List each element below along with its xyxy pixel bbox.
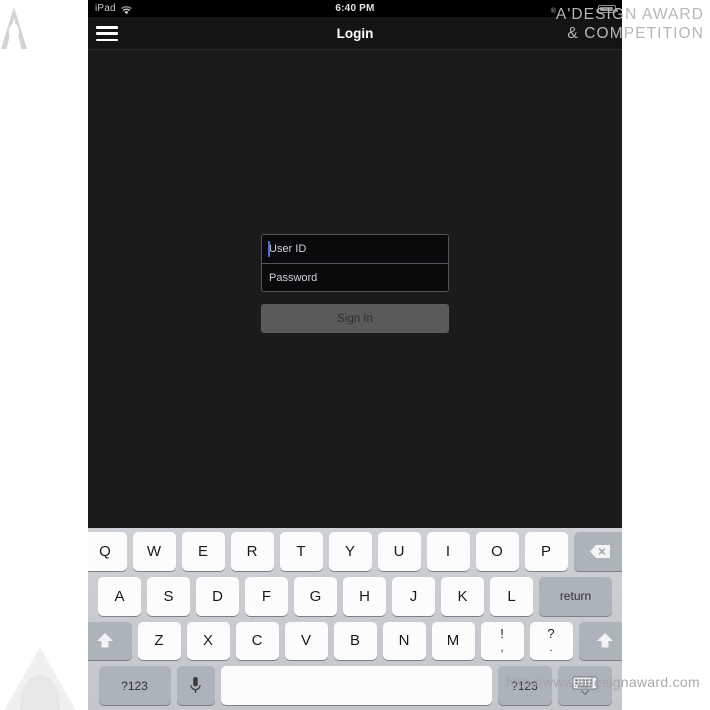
key-k[interactable]: K xyxy=(441,576,484,616)
status-bar-right xyxy=(598,0,618,17)
key-j[interactable]: J xyxy=(392,576,435,616)
numbers-key-right[interactable]: ?123 xyxy=(497,666,552,705)
key-question-main: ? xyxy=(547,626,555,642)
key-period-sub: . xyxy=(549,642,553,655)
password-field[interactable]: Password xyxy=(262,263,448,291)
navigation-bar: Login xyxy=(88,17,622,50)
credentials-group: User ID Password xyxy=(261,234,449,292)
screenshot-root: iPad 6:40 PM Login User ID Password Sign… xyxy=(0,0,710,710)
a-design-award-logo-top-left xyxy=(0,6,28,50)
a-design-award-logo-bottom-left xyxy=(0,645,94,710)
keyboard-row-2: A S D F G H J K L return xyxy=(92,576,618,616)
key-comma-sub: , xyxy=(500,642,504,655)
key-f[interactable]: F xyxy=(245,576,288,616)
text-cursor xyxy=(268,241,270,257)
page-title: Login xyxy=(336,26,374,41)
key-a[interactable]: A xyxy=(98,576,141,616)
keyboard-row-4: ?123 ?123 xyxy=(92,666,618,705)
status-bar: iPad 6:40 PM xyxy=(88,0,622,17)
key-v[interactable]: V xyxy=(284,621,328,661)
key-e[interactable]: E xyxy=(181,532,225,571)
sign-in-button[interactable]: Sign In xyxy=(261,304,449,333)
user-id-field[interactable]: User ID xyxy=(262,235,448,263)
key-p[interactable]: P xyxy=(524,532,568,571)
key-n[interactable]: N xyxy=(382,621,426,661)
key-s[interactable]: S xyxy=(147,576,190,616)
battery-icon xyxy=(598,4,618,13)
key-o[interactable]: O xyxy=(475,532,519,571)
return-key[interactable]: return xyxy=(539,576,612,616)
key-l[interactable]: L xyxy=(490,576,533,616)
key-r[interactable]: R xyxy=(230,532,274,571)
key-d[interactable]: D xyxy=(196,576,239,616)
key-g[interactable]: G xyxy=(294,576,337,616)
keyboard-row-3: Z X C V B N M ! , ? . xyxy=(88,621,622,661)
key-b[interactable]: B xyxy=(333,621,377,661)
password-placeholder: Password xyxy=(269,271,318,284)
key-exclamation-comma[interactable]: ! , xyxy=(480,621,524,661)
key-exclamation-main: ! xyxy=(500,626,504,642)
app-content: User ID Password Sign In xyxy=(88,50,622,528)
key-h[interactable]: H xyxy=(343,576,386,616)
shift-key-right[interactable] xyxy=(578,621,622,661)
key-question-period[interactable]: ? . xyxy=(529,621,573,661)
onscreen-keyboard: Q W E R T Y U I O P A S D F G H J K L re… xyxy=(88,528,622,710)
key-i[interactable]: I xyxy=(426,532,470,571)
status-bar-clock: 6:40 PM xyxy=(335,3,375,14)
ipad-device-frame: iPad 6:40 PM Login User ID Password Sign… xyxy=(88,0,622,710)
key-x[interactable]: X xyxy=(186,621,230,661)
key-y[interactable]: Y xyxy=(328,532,372,571)
key-u[interactable]: U xyxy=(377,532,421,571)
space-key[interactable] xyxy=(220,666,492,705)
keyboard-dismiss-icon[interactable] xyxy=(557,666,612,705)
key-c[interactable]: C xyxy=(235,621,279,661)
microphone-icon[interactable] xyxy=(176,666,215,705)
delete-key[interactable] xyxy=(573,532,622,571)
user-id-placeholder: User ID xyxy=(269,243,307,255)
login-form: User ID Password Sign In xyxy=(261,234,449,333)
keyboard-row-1: Q W E R T Y U I O P xyxy=(88,532,622,571)
numbers-key-left[interactable]: ?123 xyxy=(98,666,171,705)
key-z[interactable]: Z xyxy=(137,621,181,661)
key-t[interactable]: T xyxy=(279,532,323,571)
shift-key-left[interactable] xyxy=(88,621,132,661)
key-w[interactable]: W xyxy=(132,532,176,571)
key-m[interactable]: M xyxy=(431,621,475,661)
key-q[interactable]: Q xyxy=(88,532,127,571)
